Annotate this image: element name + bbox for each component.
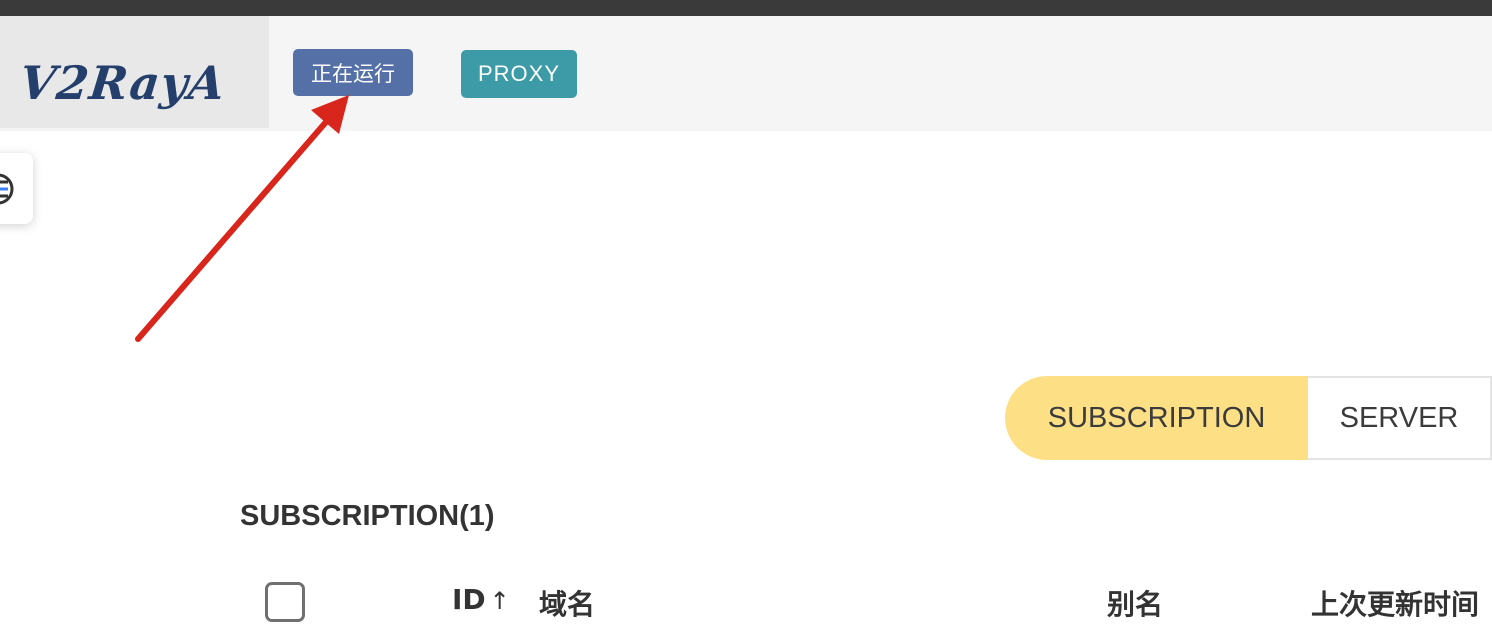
- column-header-last-updated: 上次更新时间: [1311, 588, 1480, 621]
- running-status-button[interactable]: 正在运行: [293, 49, 413, 96]
- subscription-section-title: SUBSCRIPTION(1): [240, 500, 495, 532]
- logo-area[interactable]: V2RayA: [0, 16, 269, 128]
- proxy-button[interactable]: PROXY: [461, 50, 577, 98]
- tab-subscription[interactable]: SUBSCRIPTION: [1005, 376, 1308, 460]
- tab-server[interactable]: SERVER: [1308, 376, 1492, 460]
- window-top-bar: [0, 0, 1492, 16]
- side-menu-toggle[interactable]: [0, 153, 33, 224]
- logo: V2RayA: [17, 56, 229, 110]
- subscription-table-header: ID ↑ 域名 别名 上次更新时间: [0, 575, 1492, 634]
- view-tabs: SUBSCRIPTION SERVER: [1005, 376, 1492, 460]
- menu-icon: [0, 173, 14, 205]
- column-header-domain: 域名: [539, 588, 596, 621]
- column-header-id-label: ID: [452, 583, 486, 616]
- column-header-id[interactable]: ID ↑: [452, 583, 510, 616]
- select-all-checkbox[interactable]: [265, 582, 305, 622]
- sort-ascending-icon: ↑: [489, 587, 510, 615]
- column-header-alias: 别名: [1107, 588, 1164, 621]
